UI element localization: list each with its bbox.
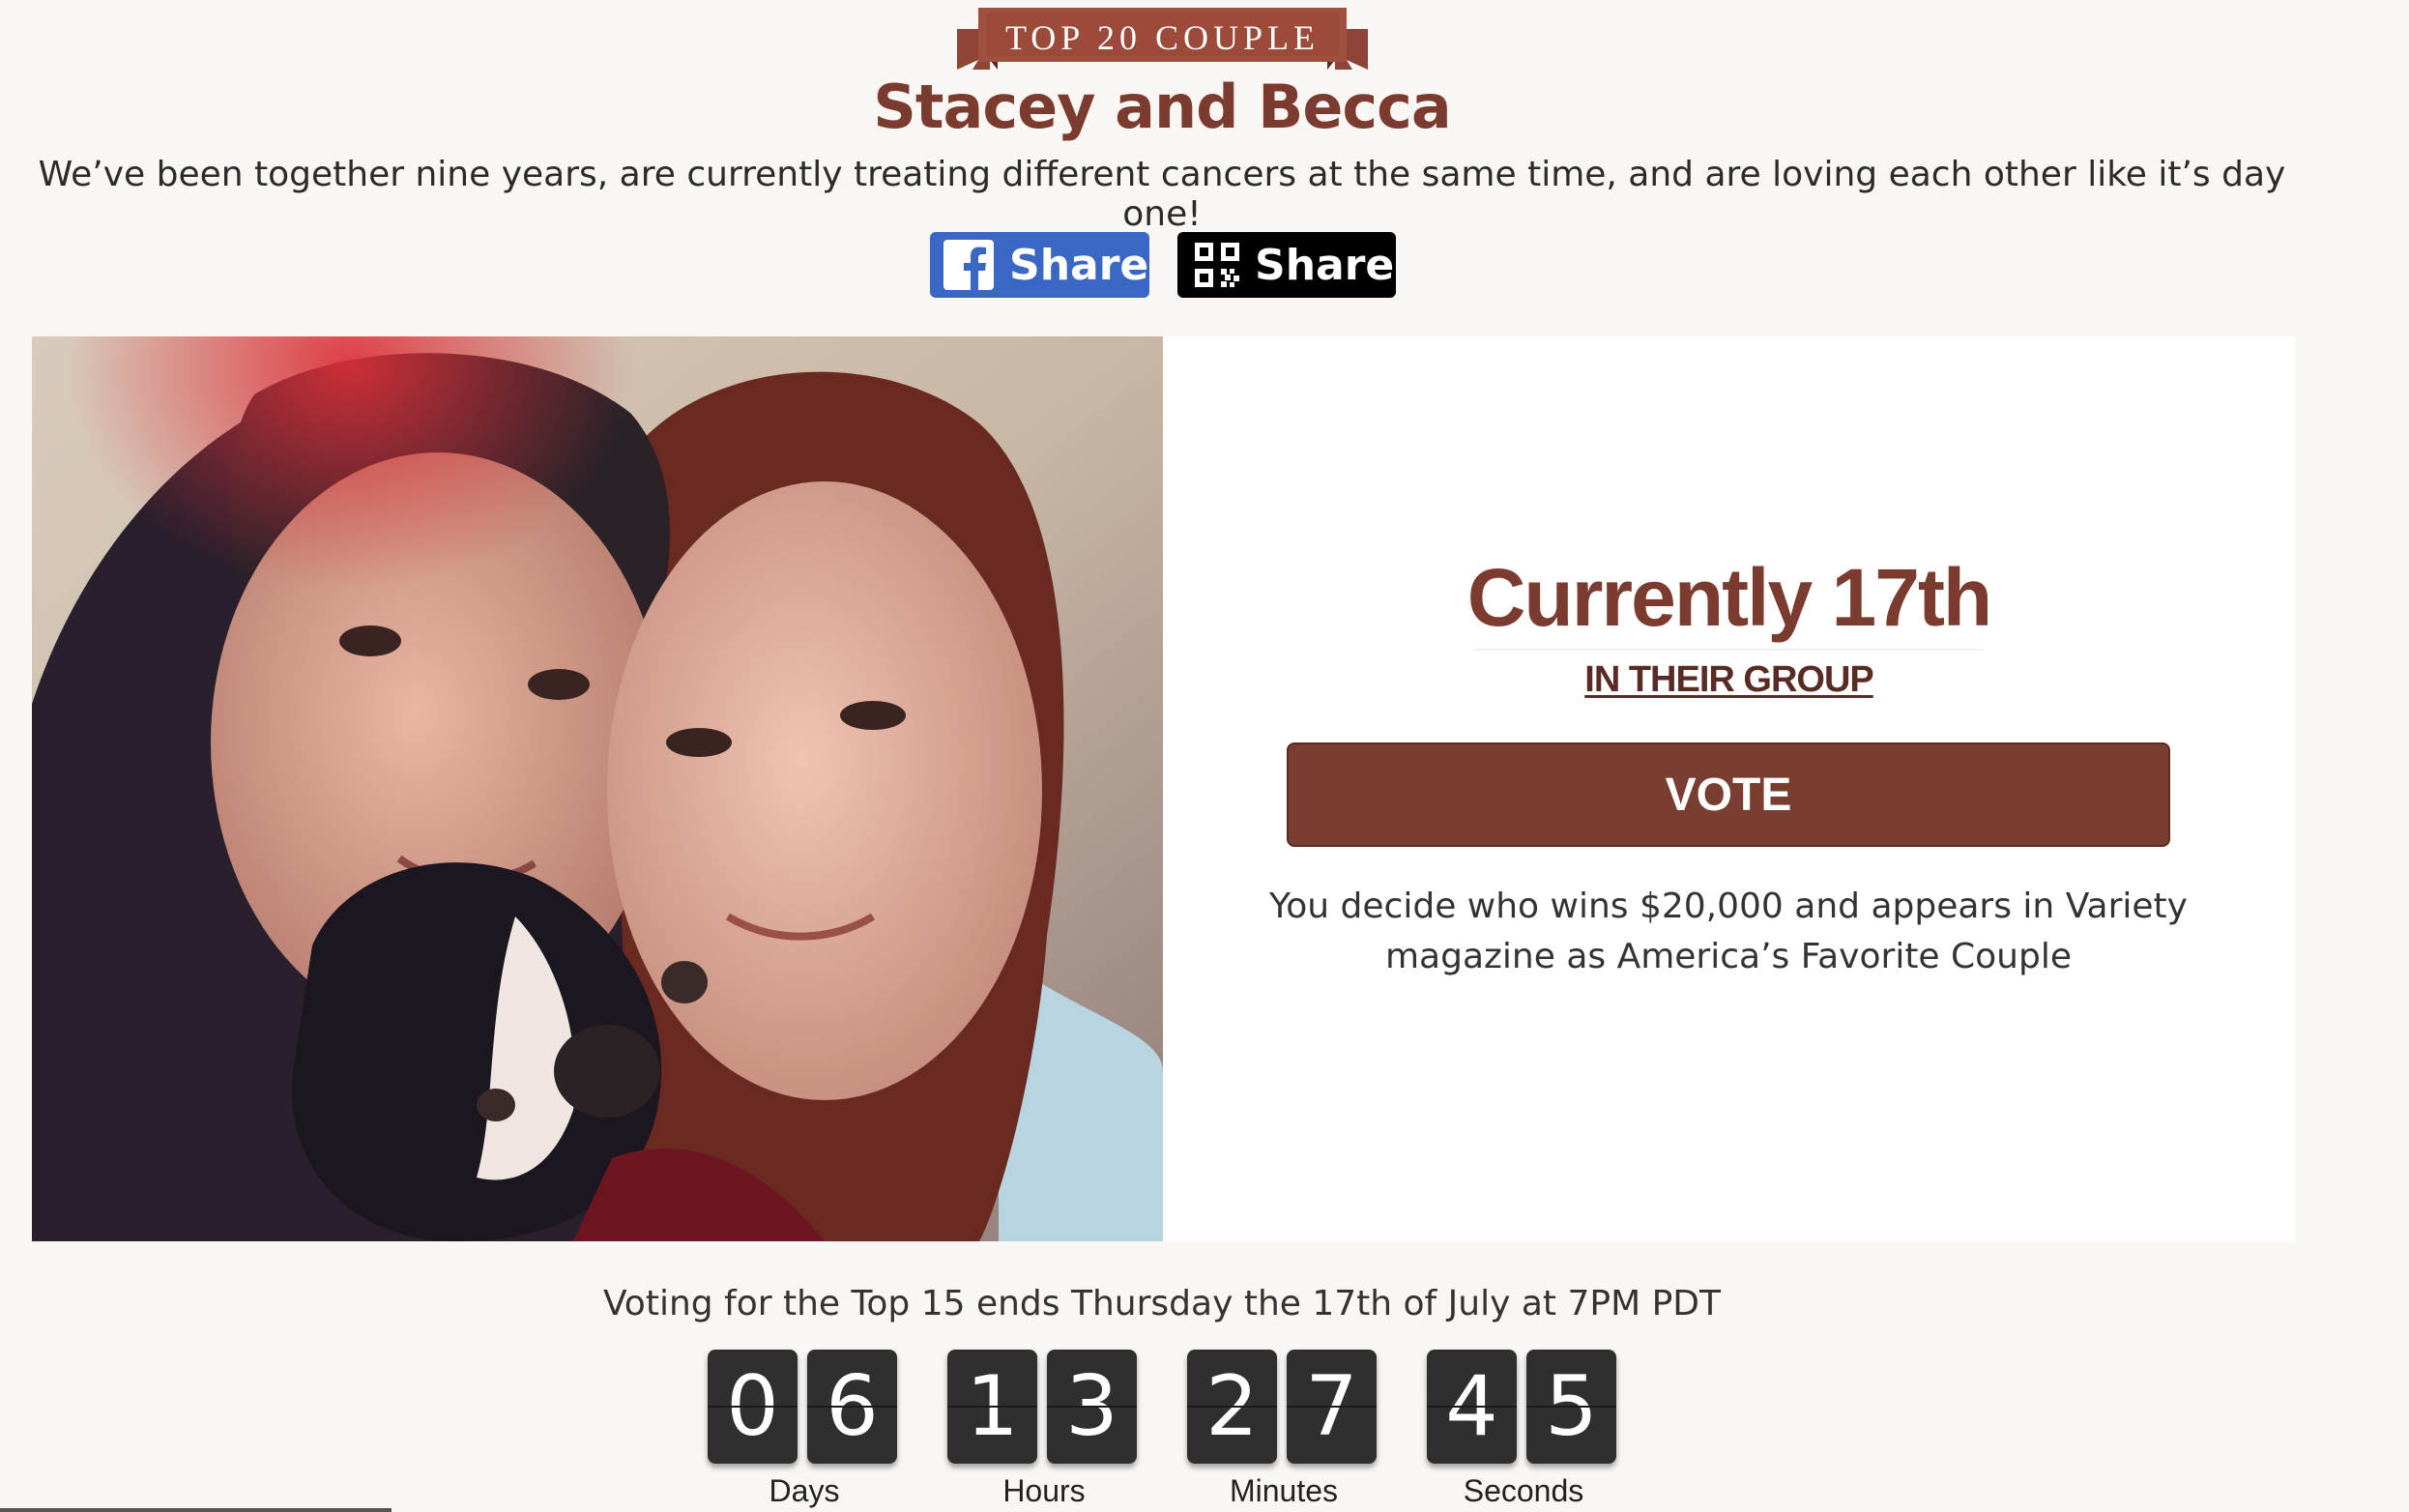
countdown-digit: 7 — [1287, 1350, 1377, 1464]
countdown-digit: 6 — [807, 1350, 897, 1464]
countdown-digit: 1 — [947, 1350, 1037, 1464]
vote-description: You decide who wins $20,000 and appears … — [1269, 887, 2188, 976]
top-couple-ribbon: TOP 20 COUPLE — [957, 8, 1368, 73]
countdown-digit: 2 — [1187, 1350, 1277, 1464]
ribbon-label: TOP 20 COUPLE — [1004, 18, 1321, 57]
countdown-label: Seconds — [1463, 1473, 1584, 1508]
group-link[interactable]: IN THEIR GROUP — [1163, 659, 2295, 701]
facebook-share-label: Share — [1009, 240, 1149, 290]
countdown-label: Days — [769, 1473, 840, 1508]
facebook-icon — [943, 240, 994, 290]
horizontal-scrollbar[interactable] — [0, 1508, 392, 1512]
countdown-digit: 0 — [708, 1350, 798, 1464]
qr-share-button[interactable]: Share — [1177, 232, 1396, 298]
couple-tagline: We’ve been together nine years, are curr… — [38, 155, 2286, 234]
countdown-label: Minutes — [1229, 1473, 1339, 1508]
countdown-digit: 4 — [1427, 1350, 1517, 1464]
qr-code-icon — [1195, 243, 1239, 287]
ranking-panel: Currently 17th IN THEIR GROUP VOTE You d… — [1163, 336, 2295, 1241]
facebook-share-button[interactable]: Share — [930, 232, 1149, 298]
voting-deadline-note: Voting for the Top 15 ends Thursday the … — [602, 1284, 1722, 1323]
countdown-digit: 5 — [1526, 1350, 1616, 1464]
vote-button[interactable]: VOTE — [1287, 742, 2170, 847]
qr-share-label: Share — [1255, 240, 1395, 290]
countdown-digit: 3 — [1047, 1350, 1137, 1464]
countdown-label: Hours — [1002, 1473, 1086, 1508]
current-rank: Currently 17th — [1466, 552, 1992, 643]
couple-name: Stacey and Becca — [873, 72, 1452, 142]
rank-divider — [1474, 649, 1983, 651]
couple-photo — [32, 336, 1163, 1241]
